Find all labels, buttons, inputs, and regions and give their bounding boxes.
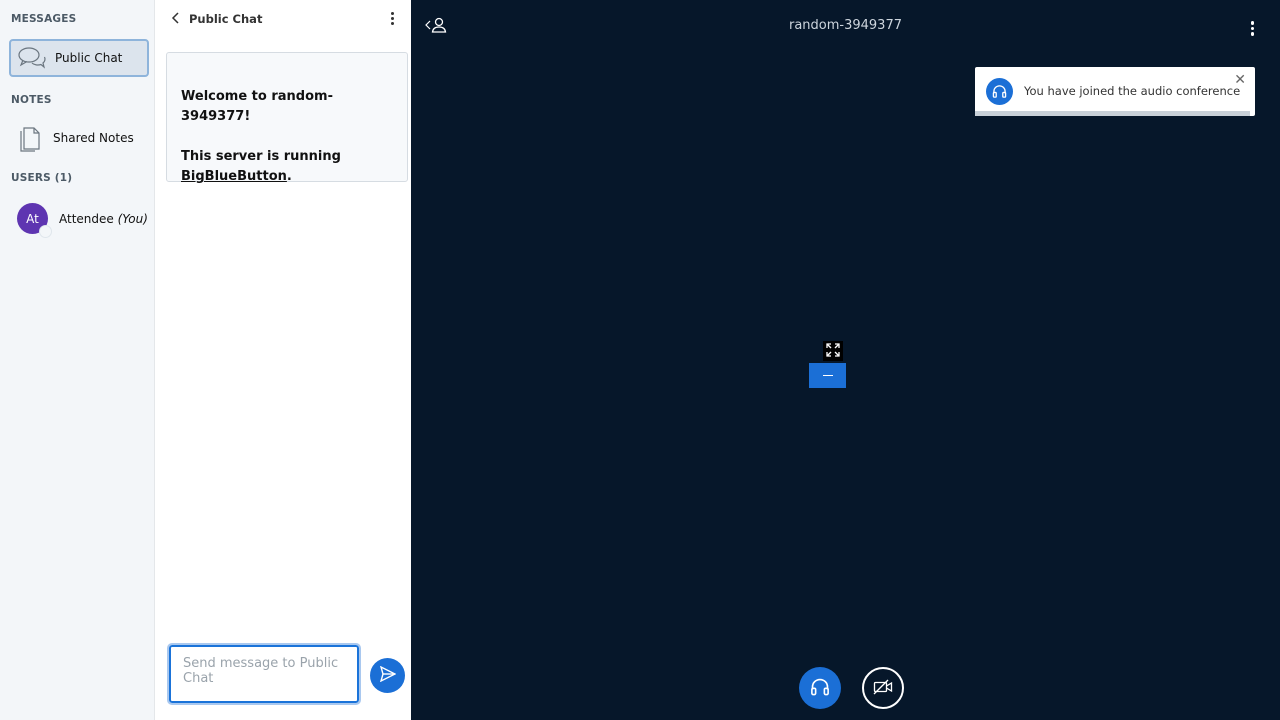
back-chevron-icon[interactable]	[171, 11, 181, 27]
chat-title[interactable]: Public Chat	[189, 12, 262, 26]
expand-icon	[826, 342, 840, 360]
message-input[interactable]	[167, 643, 361, 705]
audio-joined-toast: You have joined the audio conference ✕	[975, 67, 1255, 116]
left-nav: MESSAGES Public Chat NOTES Shared Notes …	[0, 0, 155, 720]
welcome-line-2: This server is running	[181, 149, 341, 164]
welcome-suffix: !	[244, 109, 251, 124]
avatar: At	[17, 203, 52, 238]
headphones-icon	[810, 677, 830, 700]
users-heading: USERS (1)	[11, 172, 73, 184]
share-webcam-button[interactable]	[862, 667, 904, 709]
toast-progress-bar	[975, 111, 1250, 116]
minus-icon	[822, 374, 833, 377]
self-tag: (You)	[117, 211, 148, 226]
send-icon	[379, 665, 397, 685]
user-name: Attendee (You)	[59, 212, 148, 226]
meeting-title: random-3949377	[788, 18, 902, 33]
fullscreen-button[interactable]	[823, 341, 843, 361]
user-list-item[interactable]: At Attendee (You)	[17, 203, 148, 238]
user-name-text: Attendee	[59, 211, 114, 226]
welcome-message: Welcome to random-3949377! This server i…	[166, 52, 408, 184]
shared-notes-label: Shared Notes	[53, 131, 134, 145]
notes-icon	[15, 123, 45, 153]
chat-bubbles-icon	[17, 43, 47, 73]
welcome-prefix: Welcome to	[181, 89, 272, 104]
chat-footer	[155, 638, 411, 720]
chat-header: Public Chat	[155, 0, 411, 38]
send-button[interactable]	[370, 658, 405, 693]
chat-panel: Public Chat Welcome to random-3949377! T…	[155, 0, 411, 720]
close-icon[interactable]: ✕	[1234, 72, 1246, 88]
notes-heading: NOTES	[11, 94, 52, 106]
main-area: random-3949377 You have joined the audio…	[411, 0, 1280, 720]
chat-options-icon[interactable]	[391, 12, 395, 25]
audio-button[interactable]	[799, 667, 841, 709]
bigbluebutton-link[interactable]: BigBlueButton	[181, 169, 287, 184]
nav-item-public-chat[interactable]: Public Chat	[9, 39, 149, 77]
options-menu-icon[interactable]	[1250, 21, 1254, 36]
welcome-line-3: BigBlueButton.	[181, 167, 393, 187]
toast-text: You have joined the audio conference	[1024, 84, 1241, 98]
welcome-line2-suffix: .	[286, 169, 292, 184]
nav-item-shared-notes[interactable]: Shared Notes	[9, 119, 149, 157]
messages-heading: MESSAGES	[11, 13, 77, 25]
status-dot-icon	[39, 225, 52, 238]
public-chat-label: Public Chat	[55, 51, 123, 65]
headphones-icon	[986, 78, 1013, 105]
minimize-presentation-button[interactable]	[809, 363, 846, 388]
avatar-initials: At	[26, 211, 39, 226]
video-off-icon	[873, 679, 893, 698]
welcome-line-1: Welcome to random-3949377!	[181, 87, 393, 127]
